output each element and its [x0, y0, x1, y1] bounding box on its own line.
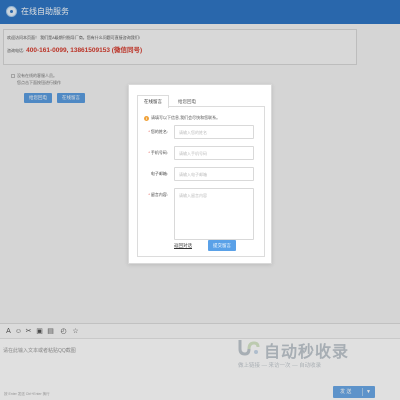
dialog-tabs: 在线留言 给您回电 [137, 95, 265, 108]
name-label-text: 您的姓名: [150, 129, 168, 134]
submit-message-button[interactable]: 提交留言 [208, 240, 236, 251]
message-dialog: 在线留言 给您回电 ! 请填写以下信息,我们会尽快和您联系。 *您的姓名: *手… [128, 84, 272, 264]
message-field[interactable] [174, 188, 254, 240]
name-field[interactable] [174, 125, 254, 139]
name-label: *您的姓名: [144, 129, 168, 135]
message-label: *留言内容: [144, 192, 168, 198]
required-mark: * [148, 192, 150, 197]
warning-icon: ! [144, 115, 149, 121]
required-mark: * [148, 150, 150, 155]
phone-label-text: 手机号码: [150, 150, 168, 155]
email-field[interactable] [174, 167, 254, 181]
form-hint: ! 请填写以下信息,我们会尽快和您联系。 [144, 115, 220, 121]
form-hint-text: 请填写以下信息,我们会尽快和您联系。 [151, 115, 221, 120]
tab-callback[interactable]: 给您回电 [171, 95, 203, 107]
back-to-chat-link[interactable]: 返回对话 [174, 243, 192, 249]
phone-label: *手机号码: [144, 150, 168, 156]
email-label: 电子邮箱: [144, 171, 168, 177]
phone-field[interactable] [174, 146, 254, 160]
email-label-text: 电子邮箱: [150, 171, 168, 176]
message-label-text: 留言内容: [150, 192, 168, 197]
required-mark: * [148, 129, 150, 134]
leave-message-form: ! 请填写以下信息,我们会尽快和您联系。 *您的姓名: *手机号码: 电子邮箱:… [137, 107, 265, 257]
